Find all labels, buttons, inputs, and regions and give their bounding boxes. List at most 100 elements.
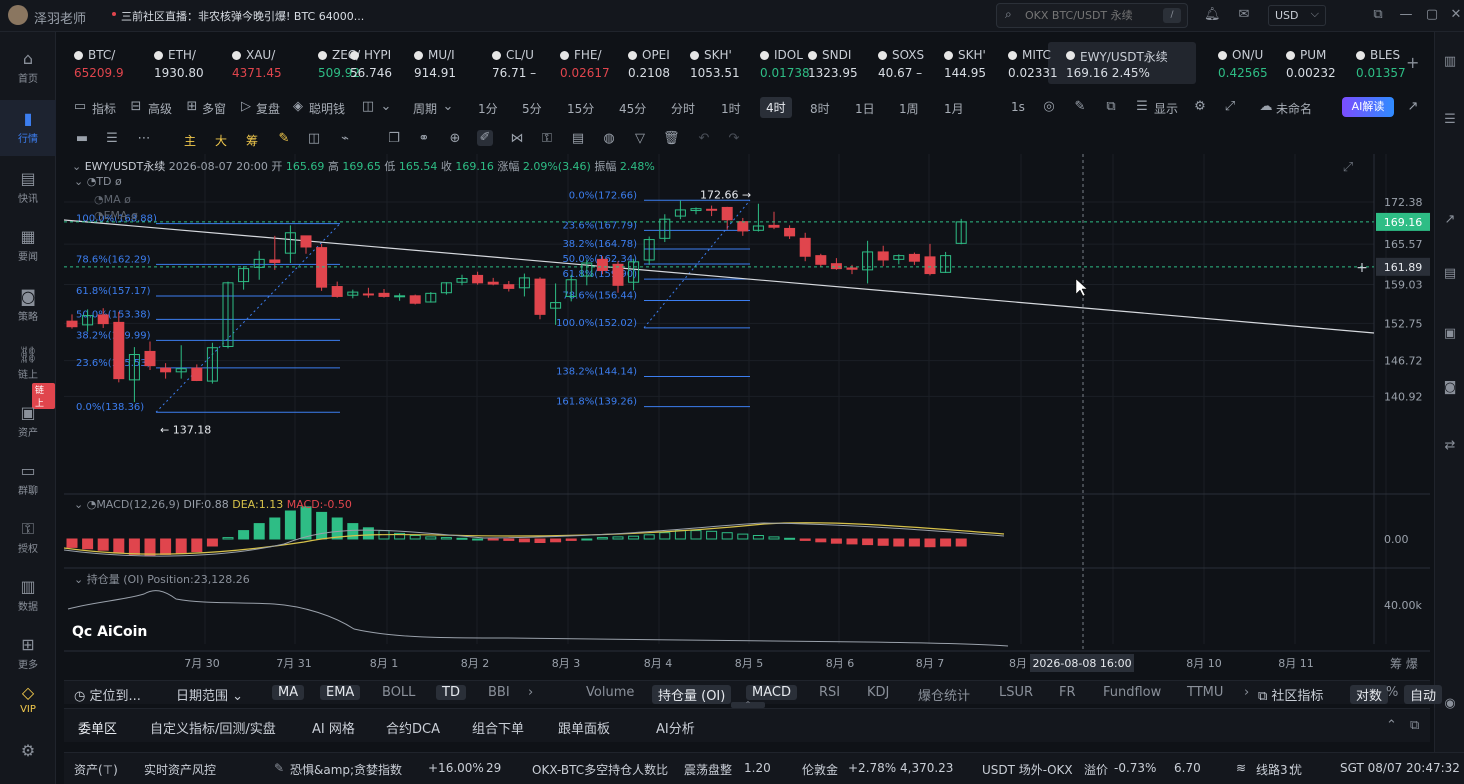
chevron-right-icon[interactable]: ›	[1244, 685, 1249, 700]
sub-liquidation[interactable]: 爆仓统计	[918, 685, 970, 704]
edit-icon[interactable]: ✎	[274, 761, 284, 775]
chat-bot-icon[interactable]: ▣	[1442, 326, 1458, 342]
user-avatar[interactable]	[8, 5, 28, 25]
period-1w[interactable]: 1周	[899, 100, 919, 117]
more-icon[interactable]: ⋯	[136, 131, 152, 147]
menu-icon[interactable]: ☰	[104, 131, 120, 147]
pen-icon[interactable]: ✐	[477, 130, 493, 146]
sidebar-item-market[interactable]: ▮ 行情	[0, 100, 56, 156]
layout-icon[interactable]: ▥	[1442, 54, 1458, 70]
sub-volume[interactable]: Volume	[586, 685, 634, 700]
popout-icon[interactable]: ⧉	[1410, 718, 1419, 733]
news-headline[interactable]: 三前社区直播：非农核弹今晚引爆! BTC 64000...	[121, 8, 364, 24]
period-timeshare[interactable]: 分时	[671, 100, 695, 117]
chevron-down-icon[interactable]: ⌄	[440, 99, 456, 115]
add-ticker-icon[interactable]: +	[1406, 53, 1419, 72]
popout-icon[interactable]: ⧉	[1370, 7, 1386, 23]
auto-scale-toggle[interactable]: 自动	[1404, 685, 1443, 704]
ticker-item[interactable]: BTC/65209.9	[74, 42, 136, 86]
note-icon[interactable]: ▤	[570, 131, 586, 147]
username[interactable]: 泽羽老师	[34, 8, 86, 27]
overlay-ma[interactable]: ◔MA ø	[94, 193, 131, 206]
trash-icon[interactable]: 🗑︎	[663, 131, 680, 147]
ticker-item[interactable]: ETH/1930.80	[154, 42, 216, 86]
sub-fr[interactable]: FR	[1059, 685, 1076, 700]
period-8h[interactable]: 8时	[810, 100, 830, 117]
tab-ai-grid[interactable]: AI 网格	[312, 718, 355, 737]
mail-icon[interactable]: ✉	[1236, 7, 1252, 23]
chevron-right-icon[interactable]: ›	[528, 685, 533, 700]
sidebar-item-settings[interactable]: ⚙	[0, 732, 56, 784]
undo-icon[interactable]: ↶	[696, 131, 712, 147]
sidebar-item-flash[interactable]: ▤ 快讯	[0, 160, 56, 216]
redo-icon[interactable]: ↷	[726, 131, 742, 147]
list-icon[interactable]: ☰	[1442, 112, 1458, 128]
sub-ttmu[interactable]: TTMU	[1187, 685, 1223, 700]
sidebar-item-data[interactable]: ▥ 数据	[0, 568, 56, 624]
minimize-icon[interactable]: —	[1398, 7, 1414, 23]
magnet-icon[interactable]: ⋈	[509, 131, 525, 147]
price-chart[interactable]: 172.38 165.57 159.03 152.75 146.72 140.92 100.…	[64, 154, 1430, 680]
ticker-item[interactable]: SKH' 1053.51	[690, 42, 752, 86]
period-5m[interactable]: 5分	[522, 100, 542, 117]
eye-off-icon[interactable]: ø	[124, 193, 131, 206]
robot-icon[interactable]: ◙	[1442, 380, 1458, 396]
collapse-icon[interactable]: ⌄	[72, 160, 81, 173]
ticker-item[interactable]: EWY/USDT永续 169.16 2.45%	[1066, 42, 1206, 86]
chevron-up-icon[interactable]: ⌃	[1386, 718, 1397, 733]
usdt-otc-label[interactable]: USDT 场外-OKX	[982, 761, 1073, 778]
close-icon[interactable]: ✕	[1448, 7, 1464, 23]
currency-select[interactable]: USD ⌵	[1268, 5, 1326, 26]
search-input[interactable]	[1025, 9, 1155, 22]
overlay-bbi-toggle[interactable]: BBI	[488, 685, 510, 700]
sidebar-item-groupchat[interactable]: ▭ 群聊	[0, 452, 56, 508]
orderbook-icon[interactable]: ▤	[1442, 266, 1458, 282]
big-order-toggle[interactable]: 大	[215, 132, 227, 149]
risk-control-label[interactable]: 实时资产风控	[144, 761, 216, 778]
search-box[interactable]: ⌕ /	[996, 3, 1188, 28]
replay-button[interactable]: 复盘	[256, 100, 280, 117]
filter-labels[interactable]: 筹 爆	[1390, 655, 1418, 672]
sidebar-item-vip[interactable]: ◇ VIP	[0, 674, 56, 730]
gold-label[interactable]: 伦敦金	[802, 761, 838, 778]
chat-bubble-icon[interactable]: ◉	[1442, 696, 1458, 712]
smart-money-button[interactable]: 聪明钱	[309, 100, 345, 117]
period-1h[interactable]: 1时	[721, 100, 741, 117]
layers-icon[interactable]: ◫	[306, 131, 322, 147]
period-1mo[interactable]: 1月	[944, 100, 964, 117]
ticker-item[interactable]: XAU/4371.45	[232, 42, 294, 86]
chart-area[interactable]: 172.38 165.57 159.03 152.75 146.72 140.92 100.…	[64, 154, 1430, 680]
indicators-button[interactable]: 指标	[92, 100, 116, 117]
ticker-item[interactable]: MU/I 914.91	[414, 42, 476, 86]
eye-off-icon[interactable]: ø	[115, 175, 122, 188]
sub-macd[interactable]: MACD	[746, 685, 797, 700]
ticker-item[interactable]: OPEI 0.2108	[628, 42, 690, 86]
eye-off-icon[interactable]: ø	[131, 209, 138, 222]
ticker-item[interactable]: SOXS 40.67 –	[878, 42, 940, 86]
overlay-ema[interactable]: ◔EMA ø	[94, 209, 138, 222]
ticker-item[interactable]: SKH' 144.95	[944, 42, 1006, 86]
sub-fundflow[interactable]: Fundflow	[1103, 685, 1161, 700]
ai-interpret-button[interactable]: AI解读	[1342, 97, 1394, 117]
percent-scale-toggle[interactable]: %	[1386, 685, 1398, 700]
interval-button[interactable]: 1s	[1011, 100, 1025, 114]
ticker-item[interactable]: HYPI 56.746	[350, 42, 412, 86]
overlay-ema-toggle[interactable]: EMA	[320, 685, 361, 700]
gear-icon[interactable]: ⚙	[1192, 99, 1208, 115]
pencil-icon[interactable]: ✎	[1072, 99, 1088, 115]
ticker-item[interactable]: MITC 0.02331	[1008, 42, 1070, 86]
period-15m[interactable]: 15分	[567, 100, 594, 117]
sub-rsi[interactable]: RSI	[819, 685, 840, 700]
log-scale-toggle[interactable]: 对数	[1350, 685, 1389, 704]
overlay-td[interactable]: ⌄ ◔TD ø	[74, 175, 122, 188]
fullscreen-icon[interactable]: ⤢	[1222, 99, 1238, 115]
assets-label[interactable]: 资产(⊤)	[74, 761, 118, 778]
ticker-item[interactable]: FHE/0.02617	[560, 42, 622, 86]
tab-copy-trading[interactable]: 跟单面板	[558, 718, 610, 737]
share-icon[interactable]: ↗	[1405, 99, 1421, 115]
tool-icon[interactable]: ◫	[360, 99, 376, 115]
sub-kdj[interactable]: KDJ	[867, 685, 889, 700]
tab-contract-dca[interactable]: 合约DCA	[386, 718, 440, 737]
period-1d[interactable]: 1日	[855, 100, 875, 117]
link-icon[interactable]: ⚭	[416, 131, 432, 147]
